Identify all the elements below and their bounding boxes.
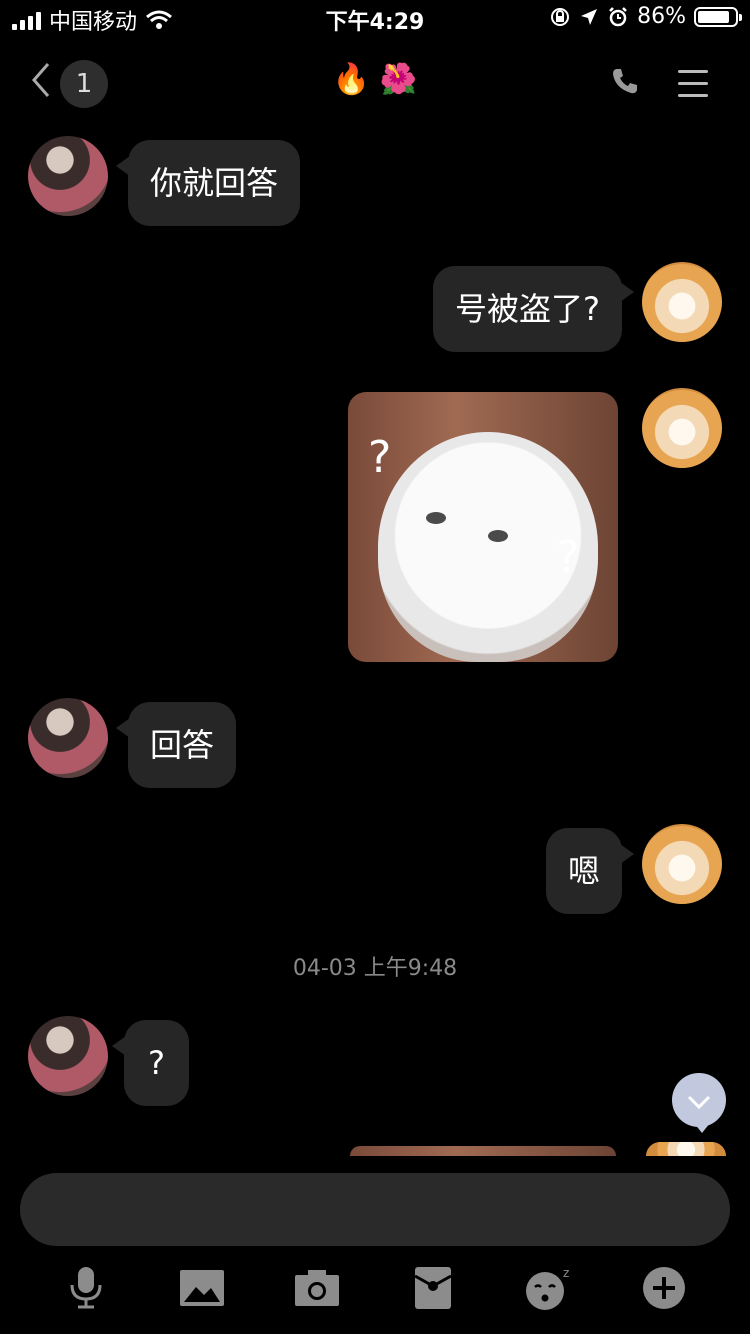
alarm-icon — [609, 6, 627, 26]
my-avatar[interactable] — [642, 388, 722, 468]
timestamp-divider: 04-03 上午9:48 — [292, 956, 458, 981]
message-bubble[interactable]: 嗯 — [545, 828, 635, 914]
menu-icon[interactable] — [678, 70, 708, 106]
my-avatar[interactable] — [642, 824, 722, 904]
red-packet-icon[interactable] — [405, 1260, 461, 1316]
chat-toolbar: z — [0, 1260, 750, 1316]
contact-avatar[interactable] — [28, 698, 108, 778]
contact-avatar[interactable] — [28, 1016, 108, 1096]
my-avatar[interactable] — [646, 1142, 726, 1156]
contact-avatar[interactable] — [28, 136, 108, 216]
chat-header: 1 🔥 🌺 — [0, 48, 750, 124]
camera-icon[interactable] — [289, 1260, 345, 1316]
question-mark: ? — [556, 532, 580, 583]
message-bubble[interactable]: ? — [112, 1020, 189, 1106]
question-mark: ? — [368, 432, 392, 483]
image-icon[interactable] — [174, 1260, 230, 1316]
battery-percent: 86% — [637, 4, 686, 29]
message-bubble[interactable]: 你就回答 — [115, 140, 301, 226]
orientation-lock-icon — [551, 7, 570, 26]
my-avatar[interactable] — [642, 262, 722, 342]
location-icon — [581, 8, 598, 25]
phone-icon[interactable] — [610, 66, 640, 100]
sticker-icon[interactable]: z — [520, 1260, 576, 1316]
message-bubble[interactable]: 号被盗了? — [433, 266, 634, 352]
svg-text:z: z — [563, 1266, 569, 1280]
scroll-to-bottom-button[interactable] — [672, 1073, 726, 1133]
status-bar: 中国移动 下午4:29 86% — [0, 0, 750, 40]
message-bubble[interactable]: 回答 — [115, 702, 237, 788]
plus-icon[interactable] — [636, 1260, 692, 1316]
microphone-icon[interactable] — [58, 1260, 114, 1316]
battery-icon — [694, 6, 742, 27]
message-input[interactable] — [20, 1173, 730, 1246]
partial-image-message[interactable] — [350, 1146, 616, 1156]
cat-sticker-image[interactable]: ? ? — [348, 392, 618, 662]
